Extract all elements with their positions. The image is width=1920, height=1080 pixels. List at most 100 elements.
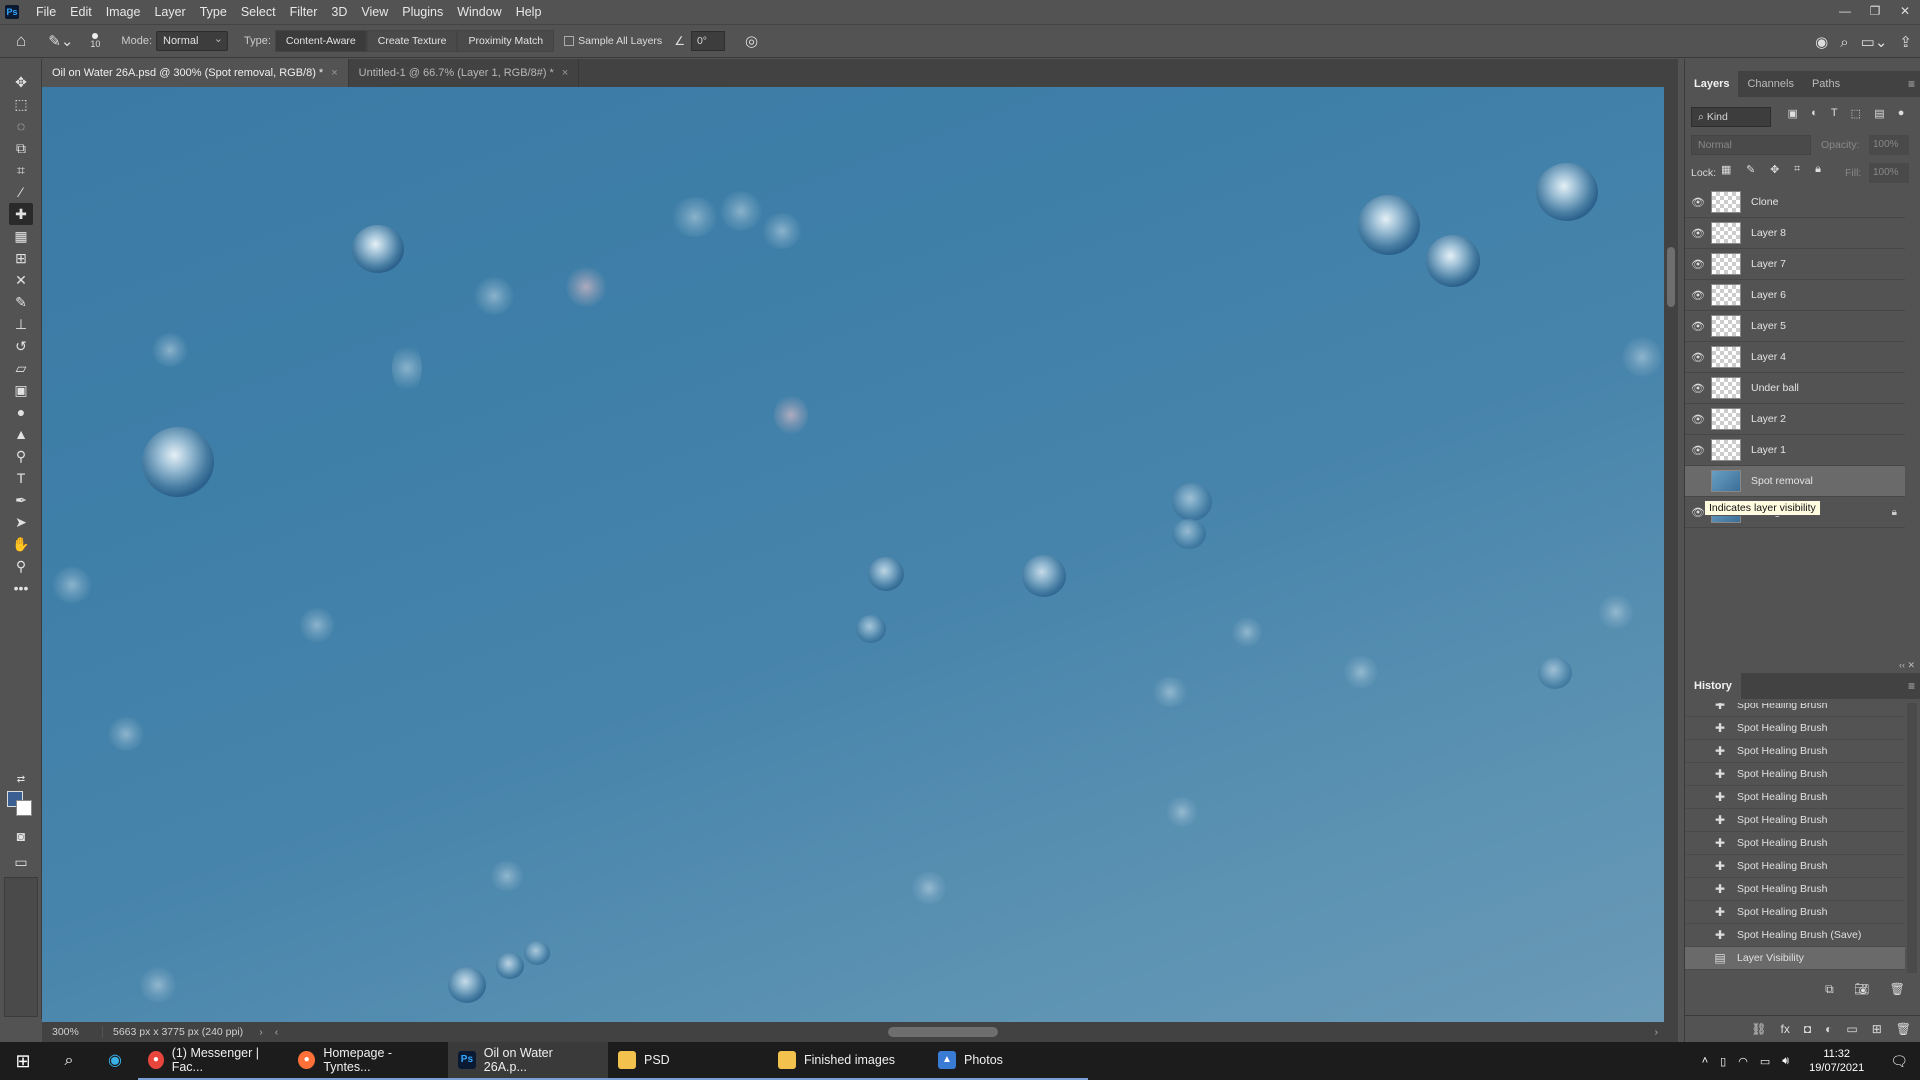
lock-transparent-icon[interactable]: ▦ [1721, 163, 1731, 176]
menu-edit[interactable]: Edit [63, 0, 99, 24]
notifications-icon[interactable]: 🗨︎ [1878, 1053, 1920, 1070]
history-item[interactable]: ✚ Spot Healing Brush [1685, 740, 1905, 763]
menu-type[interactable]: Type [193, 0, 234, 24]
search-icon[interactable]: ⌕ [1840, 34, 1848, 51]
document-canvas[interactable] [42, 87, 1664, 1022]
angle-input[interactable]: 0° [690, 31, 725, 51]
tab-untitled-1[interactable]: Untitled-1 @ 66.7% (Layer 1, RGB/8#) * × [348, 59, 580, 87]
history-item[interactable]: ✚ Spot Healing Brush [1685, 763, 1905, 786]
panel-menu-icon[interactable]: ≡ [1908, 77, 1915, 91]
history-item[interactable]: ✚ Spot Healing Brush [1685, 703, 1905, 717]
menu-file[interactable]: File [29, 0, 63, 24]
layer-row[interactable]: 👁︎ Layer 2 [1685, 404, 1905, 435]
menu-image[interactable]: Image [99, 0, 148, 24]
delete-layer-icon[interactable]: 🗑︎ [1896, 1022, 1911, 1036]
dodge-tool-icon[interactable]: ⚲ [9, 445, 33, 467]
tab-layers[interactable]: Layers [1685, 71, 1739, 97]
move-tool-icon[interactable]: ✥ [9, 71, 33, 93]
lock-all-icon[interactable]: 🔒︎ [1815, 163, 1821, 176]
shape-filter-icon[interactable]: ⬚ [1851, 107, 1861, 127]
create-texture-button[interactable]: Create Texture [366, 30, 458, 52]
mode-select[interactable]: Normal [156, 30, 228, 51]
eye-icon[interactable]: 👁︎ [1685, 320, 1711, 333]
vertical-scrollbar[interactable] [1664, 87, 1678, 1022]
windows-start-icon[interactable]: ⊞ [0, 1042, 46, 1080]
menu-3d[interactable]: 3D [324, 0, 354, 24]
pressure-size-icon[interactable]: ◎ [737, 32, 766, 50]
share-icon[interactable]: ⇪ [1899, 33, 1912, 51]
home-icon[interactable]: ⌂ [0, 31, 40, 51]
lock-position-icon[interactable]: ✥ [1770, 163, 1779, 176]
menu-filter[interactable]: Filter [283, 0, 325, 24]
add-mask-icon[interactable]: ◘ [1804, 1022, 1811, 1036]
marquee-tool-icon[interactable]: ⬚ [9, 93, 33, 115]
history-item[interactable]: ✚ Spot Healing Brush [1685, 717, 1905, 740]
eye-icon[interactable]: 👁︎ [1685, 196, 1711, 209]
gradient-tool-icon[interactable]: ▣ [9, 379, 33, 401]
new-layer-icon[interactable]: ⊞ [1872, 1022, 1882, 1036]
brush-tool-icon[interactable]: ✎ [9, 291, 33, 313]
eye-icon[interactable]: 👁︎ [1685, 413, 1711, 426]
workspace-icon[interactable]: ▭⌄ [1861, 33, 1888, 51]
menu-select[interactable]: Select [234, 0, 283, 24]
layer-row[interactable]: 👁︎ Layer 5 [1685, 311, 1905, 342]
close-tab-icon[interactable]: × [331, 67, 337, 79]
vertical-scroll-thumb[interactable] [1667, 247, 1675, 307]
sharpen-tool-icon[interactable]: ▲ [9, 423, 33, 445]
blur-tool-icon[interactable]: ● [9, 401, 33, 423]
history-scrollbar[interactable] [1907, 703, 1917, 973]
history-item[interactable]: ✚ Spot Healing Brush [1685, 901, 1905, 924]
wifi-icon[interactable]: ◠ [1732, 1055, 1754, 1068]
eye-icon[interactable]: 👁︎ [1685, 227, 1711, 240]
lasso-tool-icon[interactable]: ◌ [9, 115, 33, 137]
smart-object-filter-icon[interactable]: ▤ [1874, 107, 1884, 127]
link-layers-icon[interactable]: ⛓︎ [1751, 1022, 1766, 1036]
volume-icon[interactable]: 🔊︎ [1776, 1055, 1795, 1068]
eyedropper-tool-icon[interactable]: ⁄ [9, 181, 33, 203]
adjustment-filter-icon[interactable]: ◐ [1811, 107, 1818, 127]
spot-healing-brush-tool-icon[interactable]: ✚ [9, 203, 33, 225]
pen-tool-icon[interactable]: ✒ [9, 489, 33, 511]
layer-row[interactable]: 👁︎ Layer 1 [1685, 435, 1905, 466]
scroll-left-icon[interactable]: ‹ [269, 1026, 285, 1038]
taskbar-app-firefox[interactable]: ● Homepage - Tyntes... [288, 1042, 448, 1080]
clock[interactable]: 11:32 19/07/2021 [1809, 1047, 1864, 1075]
type-filter-icon[interactable]: T [1831, 107, 1838, 127]
crop-tool-icon[interactable]: ⌗ [9, 159, 33, 181]
layer-row[interactable]: 👁︎ Under ball [1685, 373, 1905, 404]
edge-icon[interactable]: ◉ [92, 1042, 138, 1080]
tab-history[interactable]: History [1685, 673, 1741, 699]
fill-input[interactable]: 100% [1869, 163, 1909, 183]
scroll-right-icon[interactable]: › [1655, 1026, 1659, 1038]
history-item[interactable]: ✚ Spot Healing Brush [1685, 786, 1905, 809]
tab-oil-on-water[interactable]: Oil on Water 26A.psd @ 300% (Spot remova… [42, 59, 349, 87]
object-selection-tool-icon[interactable]: ⧉ [9, 137, 33, 159]
spot-healing-tool-preset-icon[interactable]: ✎⌄ [40, 32, 81, 50]
taskbar-app-messenger[interactable]: ● (1) Messenger | Fac... [138, 1042, 288, 1080]
hand-tool-icon[interactable]: ✋ [9, 533, 33, 555]
layer-row-selected[interactable]: Spot removal [1685, 466, 1905, 497]
opacity-input[interactable]: 100% [1869, 135, 1909, 155]
eye-icon[interactable]: 👁︎ [1685, 258, 1711, 271]
layer-row[interactable]: 👁︎ Layer 4 [1685, 342, 1905, 373]
tab-channels[interactable]: Channels [1738, 71, 1802, 97]
eye-icon[interactable]: 👁︎ [1685, 444, 1711, 457]
blend-mode-select[interactable]: Normal [1691, 135, 1811, 155]
lock-pixels-icon[interactable]: ✎ [1746, 163, 1755, 176]
tab-paths[interactable]: Paths [1803, 71, 1849, 97]
menu-plugins[interactable]: Plugins [395, 0, 450, 24]
horizontal-scroll-thumb[interactable] [888, 1027, 998, 1037]
history-item-current[interactable]: ▤ Layer Visibility [1685, 947, 1905, 970]
history-item[interactable]: ✚ Spot Healing Brush (Save) [1685, 924, 1905, 947]
type-tool-icon[interactable]: T [9, 467, 33, 489]
eraser-tool-icon[interactable]: ▱ [9, 357, 33, 379]
menu-view[interactable]: View [354, 0, 395, 24]
layer-row[interactable]: 👁︎ Layer 8 [1685, 218, 1905, 249]
panel-collapse-controls[interactable]: ‹‹ ✕ [1685, 660, 1920, 670]
swap-colors-icon[interactable]: ⇄ [9, 769, 33, 791]
filter-toggle-icon[interactable]: ● [1898, 107, 1905, 127]
pixel-filter-icon[interactable]: ▣ [1788, 107, 1798, 127]
minimize-button[interactable]: — [1830, 0, 1860, 24]
content-aware-move-tool-icon[interactable]: ✕ [9, 269, 33, 291]
history-item[interactable]: ✚ Spot Healing Brush [1685, 809, 1905, 832]
